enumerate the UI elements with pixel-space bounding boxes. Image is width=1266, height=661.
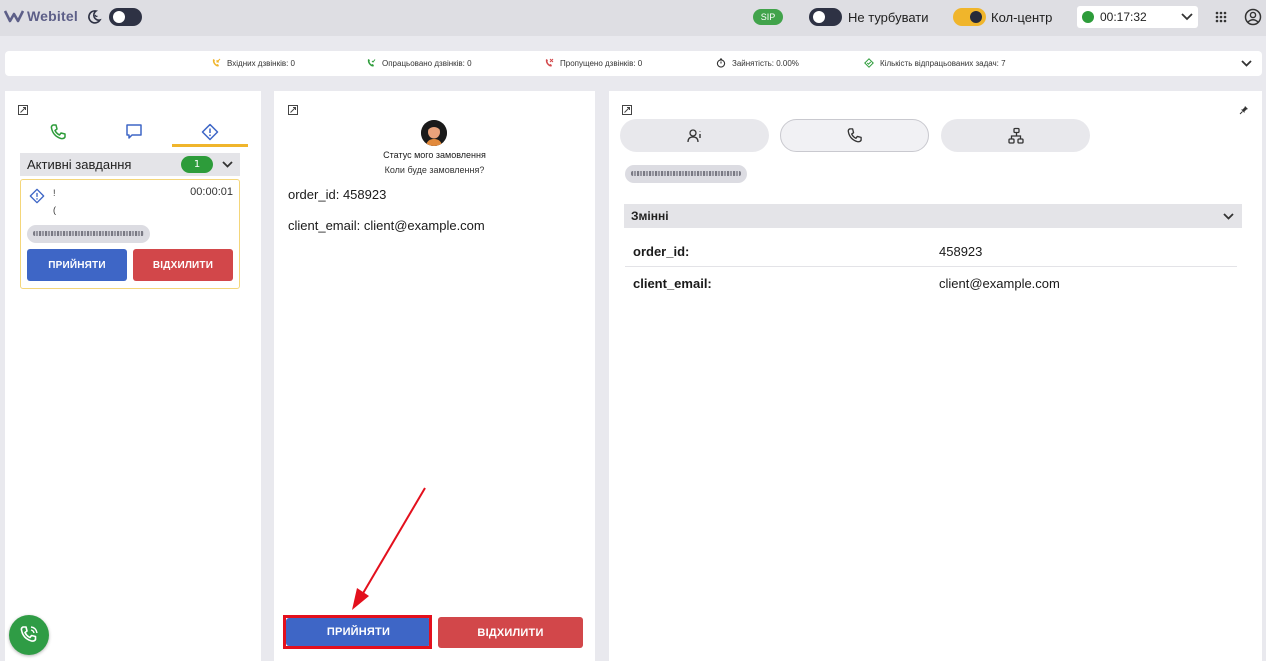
- chat-icon: [126, 124, 142, 139]
- pin-icon[interactable]: [1239, 105, 1249, 115]
- toggle-knob: [113, 11, 125, 23]
- chevron-down-icon: [1223, 212, 1234, 220]
- missed-call-icon: [545, 58, 554, 67]
- status-timer: 00:17:32: [1100, 10, 1147, 24]
- task-subtitle: Коли буде замовлення?: [384, 165, 485, 175]
- agent-status-select[interactable]: 00:17:32: [1077, 6, 1198, 28]
- variables-title: Змінні: [631, 209, 669, 223]
- chevron-down-icon[interactable]: [1241, 60, 1252, 67]
- annotation-highlight: [283, 615, 432, 649]
- task-diamond-icon: [201, 123, 219, 141]
- info-panel: Змінні order_id: 458923 client_email: cl…: [609, 91, 1262, 661]
- dnd-toggle[interactable]: [809, 8, 842, 26]
- logo-text: Webitel: [27, 8, 78, 24]
- status-dot: [1082, 11, 1094, 23]
- field-order-id: order_id: 458923: [288, 187, 386, 202]
- stat-label: Вхідних дзвінків: 0: [227, 58, 296, 68]
- incoming-call-icon: [212, 58, 221, 67]
- expand-icon[interactable]: [622, 105, 632, 115]
- sip-badge: SIP: [753, 9, 783, 25]
- tasks-panel: Активні завдання 1 ! ( 00:00:01 ПРИЙНЯТИ…: [5, 91, 261, 661]
- floating-phone-button[interactable]: [9, 615, 49, 655]
- variable-value: client@example.com: [939, 276, 1060, 291]
- avatar: [421, 120, 447, 146]
- chevron-down-icon: [1181, 13, 1193, 21]
- handled-call-icon: [367, 59, 376, 67]
- variable-key: order_id:: [633, 244, 690, 259]
- stat-tasks: Кількість відпрацьованих задач: 7: [864, 58, 1006, 68]
- top-bar: Webitel SIP Не турбувати Кол-центр 00:17…: [0, 0, 1266, 36]
- dnd-label: Не турбувати: [848, 10, 929, 25]
- task-title: Статус мого замовлення: [383, 150, 486, 160]
- callcenter-label: Кол-центр: [991, 10, 1053, 25]
- toggle-knob: [813, 11, 825, 23]
- stat-incoming: Вхідних дзвінків: 0: [211, 58, 295, 68]
- task-done-icon: [864, 58, 874, 68]
- active-tasks-title: Активні завдання: [27, 157, 132, 172]
- active-tab-indicator: [172, 144, 248, 147]
- user-avatar-icon: [421, 120, 447, 146]
- task-diamond-icon: [29, 188, 45, 204]
- variables-header[interactable]: Змінні: [624, 204, 1242, 228]
- stat-label: Опрацьовано дзвінків: 0: [382, 58, 472, 68]
- phone-ring-icon: [20, 626, 38, 642]
- channel-tabs: [20, 121, 248, 148]
- task-details-panel: Статус мого замовлення Коли буде замовле…: [274, 91, 595, 661]
- stat-label: Пропущено дзвінків: 0: [560, 58, 643, 68]
- chevron-down-icon: [222, 161, 233, 168]
- app-logo: Webitel: [4, 8, 78, 24]
- annotation-arrow: [352, 487, 426, 610]
- webitel-logo-icon: [4, 10, 24, 23]
- active-tasks-header[interactable]: Активні завдання 1: [20, 153, 240, 176]
- expand-icon[interactable]: [288, 105, 298, 115]
- obscured-tag: [27, 225, 150, 243]
- tab-tasks[interactable]: [172, 121, 248, 145]
- theme-moon-icon[interactable]: [86, 9, 102, 25]
- stat-label: Кількість відпрацьованих задач: 7: [880, 58, 1006, 68]
- accept-task-button[interactable]: ПРИЙНЯТИ: [27, 249, 127, 281]
- decline-button[interactable]: ВІДХИЛИТИ: [438, 617, 583, 648]
- field-client-email: client_email: client@example.com: [288, 218, 485, 233]
- decline-task-button[interactable]: ВІДХИЛИТИ: [133, 249, 233, 281]
- task-timer: 00:00:01: [190, 186, 233, 198]
- stat-label: Зайнятість: 0.00%: [732, 58, 799, 68]
- active-tasks-count: 1: [181, 156, 213, 173]
- stat-missed: Пропущено дзвінків: 0: [544, 58, 642, 68]
- theme-toggle[interactable]: [109, 8, 142, 26]
- task-line-2: (: [53, 205, 56, 215]
- apps-grid-icon[interactable]: [1215, 11, 1227, 23]
- tab-calls[interactable]: [20, 121, 96, 145]
- stats-bar: Вхідних дзвінків: 0 Опрацьовано дзвінків…: [5, 51, 1262, 76]
- phone-icon: [847, 128, 862, 143]
- flow-diagram-icon: [1007, 127, 1024, 144]
- variable-row: client_email: client@example.com: [625, 267, 1237, 299]
- obscured-tag: [625, 165, 747, 183]
- variable-row: order_id: 458923: [625, 235, 1237, 267]
- user-account-icon[interactable]: [1244, 8, 1262, 26]
- task-card[interactable]: ! ( 00:00:01 ПРИЙНЯТИ ВІДХИЛИТИ: [20, 179, 240, 289]
- tab-contact-info[interactable]: [620, 119, 769, 152]
- callcenter-toggle[interactable]: [953, 8, 986, 26]
- field-value: client@example.com: [363, 218, 485, 233]
- task-line-1: !: [53, 188, 56, 198]
- stat-occupancy: Зайнятість: 0.00%: [716, 58, 799, 68]
- contact-info-icon: [686, 128, 701, 142]
- tab-flow[interactable]: [941, 119, 1090, 152]
- field-value: 458923: [342, 187, 387, 202]
- toggle-knob: [970, 11, 982, 23]
- phone-icon: [50, 124, 66, 140]
- variable-key: client_email:: [633, 276, 712, 291]
- field-key: order_id:: [288, 187, 340, 202]
- stat-handled: Опрацьовано дзвінків: 0: [366, 58, 472, 68]
- expand-icon[interactable]: [18, 105, 28, 115]
- timer-icon: [716, 58, 726, 68]
- variable-value: 458923: [939, 244, 983, 259]
- tab-call[interactable]: [780, 119, 929, 152]
- tab-chats[interactable]: [96, 121, 172, 145]
- field-key: client_email:: [288, 218, 361, 233]
